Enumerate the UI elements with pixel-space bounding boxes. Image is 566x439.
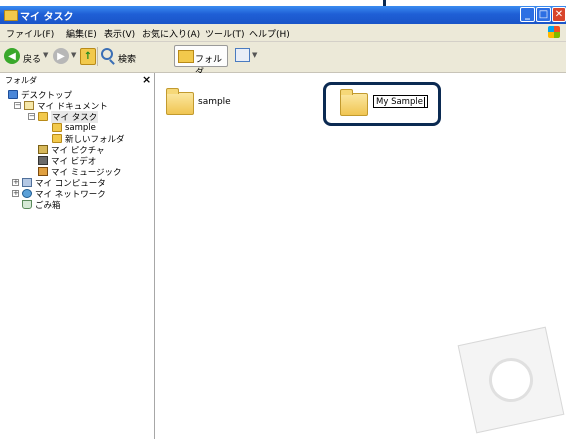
my-videos-icon xyxy=(38,156,48,165)
tree-item-label: マイ タスク xyxy=(51,110,99,123)
tree-item-my-music[interactable]: マイ ミュージック xyxy=(38,166,122,178)
folder-icon xyxy=(4,10,18,21)
expand-toggle[interactable]: + xyxy=(12,190,19,197)
my-network-icon xyxy=(22,189,32,198)
back-arrow-icon[interactable]: ◀ xyxy=(4,48,20,64)
tree-item-desktop[interactable]: デスクトップ xyxy=(8,89,72,101)
watermark-logo xyxy=(457,326,565,434)
tree-item-new-folder[interactable]: 新しいフォルダ xyxy=(52,133,125,145)
menu-view[interactable]: 表示(V) xyxy=(104,27,135,40)
expand-toggle[interactable]: + xyxy=(12,179,19,186)
explorer-window: マイ タスク _ □ ✕ ファイル(F) 編集(E) 表示(V) お気に入り(A… xyxy=(0,6,566,439)
views-dropdown-icon[interactable]: ▼ xyxy=(252,51,257,59)
folder-icon[interactable] xyxy=(166,88,194,115)
folder-pane: フォルダ × デスクトップ − マイ ドキュメント − マイ タスク sampl… xyxy=(0,73,155,439)
tree-item-recycle-bin[interactable]: ごみ箱 xyxy=(22,199,61,211)
menu-bar: ファイル(F) 編集(E) 表示(V) お気に入り(A) ツール(T) ヘルプ(… xyxy=(0,24,566,42)
folders-icon xyxy=(178,50,194,63)
menu-tools[interactable]: ツール(T) xyxy=(205,27,245,40)
tree-item-label: ごみ箱 xyxy=(35,200,61,211)
views-icon[interactable] xyxy=(235,48,250,62)
folder-icon[interactable] xyxy=(340,89,368,116)
menu-help[interactable]: ヘルプ(H) xyxy=(249,27,290,40)
close-pane-icon[interactable]: × xyxy=(142,73,151,86)
toolbar-separator xyxy=(97,47,98,66)
tree-item-my-network[interactable]: + マイ ネットワーク xyxy=(12,188,106,200)
menu-favorites[interactable]: お気に入り(A) xyxy=(142,27,200,40)
folder-icon xyxy=(52,134,62,143)
back-button-label[interactable]: 戻る xyxy=(23,52,41,65)
minimize-button[interactable]: _ xyxy=(520,7,535,22)
up-folder-icon[interactable]: ↑ xyxy=(80,48,96,65)
my-computer-icon xyxy=(22,178,32,187)
folder-pane-title: フォルダ xyxy=(5,76,37,85)
tree-item-label: sample xyxy=(65,122,96,133)
tree-item-my-computer[interactable]: + マイ コンピュータ xyxy=(12,177,106,189)
close-button[interactable]: ✕ xyxy=(552,7,566,22)
content-area: sample My Sample xyxy=(156,73,566,439)
folder-label-sample[interactable]: sample xyxy=(198,97,231,107)
title-bar[interactable]: マイ タスク _ □ ✕ xyxy=(0,6,566,24)
text-caret xyxy=(423,96,425,107)
my-pictures-icon xyxy=(38,145,48,154)
tree-item-my-videos[interactable]: マイ ビデオ xyxy=(38,155,96,167)
folder-pane-header: フォルダ × xyxy=(0,73,154,87)
folder-open-icon xyxy=(38,112,48,121)
menu-file[interactable]: ファイル(F) xyxy=(6,27,54,40)
rename-input-value: My Sample xyxy=(376,97,423,107)
windows-logo-icon xyxy=(548,26,560,38)
back-dropdown-icon[interactable]: ▼ xyxy=(43,51,48,59)
collapse-toggle[interactable]: − xyxy=(14,102,21,109)
rename-input[interactable]: My Sample xyxy=(373,95,428,108)
tree-item-my-tasks[interactable]: − マイ タスク xyxy=(28,110,99,123)
forward-arrow-icon[interactable]: ▶ xyxy=(53,48,69,64)
tree-item-sample[interactable]: sample xyxy=(52,122,96,133)
window-title: マイ タスク xyxy=(20,12,74,23)
folder-icon xyxy=(52,123,62,132)
menu-edit[interactable]: 編集(E) xyxy=(66,27,97,40)
tree-item-my-documents[interactable]: − マイ ドキュメント xyxy=(14,100,108,112)
my-documents-icon xyxy=(24,101,34,110)
search-icon[interactable] xyxy=(101,48,113,60)
forward-dropdown-icon[interactable]: ▼ xyxy=(71,51,76,59)
my-music-icon xyxy=(38,167,48,176)
toolbar: ◀ 戻る ▼ ▶ ▼ ↑ 検索 フォルダ ▼ xyxy=(0,42,566,78)
folders-button[interactable]: フォルダ xyxy=(174,45,228,78)
desktop-icon xyxy=(8,90,18,99)
watermark-disc xyxy=(484,353,538,407)
collapse-toggle[interactable]: − xyxy=(28,113,35,120)
search-button-label[interactable]: 検索 xyxy=(118,52,136,65)
maximize-button[interactable]: □ xyxy=(536,7,551,22)
recycle-bin-icon xyxy=(22,200,32,209)
tree-item-my-pictures[interactable]: マイ ピクチャ xyxy=(38,144,105,156)
